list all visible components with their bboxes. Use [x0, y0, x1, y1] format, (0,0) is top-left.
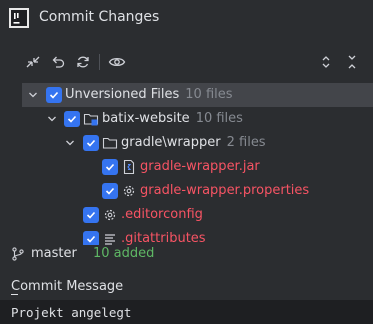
commit-message-text[interactable]: Projekt angelegt — [11, 305, 131, 320]
file-label: gradle-wrapper.properties — [140, 183, 310, 198]
show-diff-button[interactable] — [106, 51, 128, 73]
checkmark-icon — [49, 91, 59, 99]
undo-icon — [52, 56, 65, 68]
jar-file-icon — [123, 159, 135, 175]
tree-row-folder[interactable]: gradle\wrapper 2 files — [22, 131, 373, 155]
chevron-down-icon — [66, 140, 74, 146]
checkbox-project[interactable] — [64, 111, 80, 127]
added-count: 10 added — [93, 246, 155, 261]
folder-icon — [102, 137, 118, 149]
checkmark-icon — [86, 211, 96, 219]
intellij-logo-icon — [9, 8, 29, 28]
checkbox-file[interactable] — [83, 231, 99, 245]
folder-label: gradle\wrapper 2 files — [121, 135, 266, 150]
mnemonic-underline — [11, 294, 18, 295]
project-label: batix-website 10 files — [102, 111, 243, 126]
collapse-arrows-icon — [26, 56, 40, 68]
collapse-all-button[interactable] — [341, 51, 363, 73]
gear-file-icon — [104, 209, 116, 221]
eye-icon — [108, 57, 126, 67]
rollback-button[interactable] — [47, 51, 69, 73]
file-label: gradle-wrapper.jar — [140, 159, 260, 174]
checkmark-icon — [105, 163, 115, 171]
checkbox-unversioned-files[interactable] — [46, 87, 62, 103]
branch-icon — [12, 247, 24, 261]
module-folder-icon — [83, 113, 99, 126]
expand-all-button[interactable] — [315, 51, 337, 73]
checkmark-icon — [86, 139, 96, 147]
collapse-all-icon — [348, 55, 356, 69]
text-file-icon — [105, 234, 115, 245]
properties-gear-icon — [123, 185, 135, 197]
branch-name[interactable]: master — [31, 246, 77, 261]
checkbox-file[interactable] — [102, 183, 118, 199]
expand-all-icon — [322, 56, 330, 68]
tree-row-unversioned-files[interactable]: Unversioned Files 10 files — [22, 83, 373, 107]
tree-row-file[interactable]: .gitattributes — [22, 227, 373, 245]
checkmark-icon — [67, 115, 77, 123]
checkmark-icon — [105, 187, 115, 195]
checkbox-file[interactable] — [83, 207, 99, 223]
tree-row-file[interactable]: gradle-wrapper.properties — [22, 179, 373, 203]
tree-row-project[interactable]: batix-website 10 files — [22, 107, 373, 131]
checkbox-file[interactable] — [102, 159, 118, 175]
refresh-icon — [77, 56, 89, 68]
tree-row-file[interactable]: .editorconfig — [22, 203, 373, 227]
file-label: .gitattributes — [121, 231, 206, 245]
chevron-down-icon — [48, 116, 56, 122]
file-label: .editorconfig — [121, 207, 203, 222]
title-bar: Commit Changes — [0, 0, 373, 36]
checkmark-icon — [86, 235, 96, 243]
checkbox-folder[interactable] — [83, 135, 99, 151]
commit-message-label: Commit Message — [11, 279, 124, 294]
expand-collapse-button[interactable] — [22, 51, 44, 73]
group-label: Unversioned Files 10 files — [65, 87, 233, 102]
changes-tree[interactable]: Unversioned Files 10 files batix-website 1… — [22, 82, 373, 245]
chevron-down-icon — [29, 92, 37, 98]
toolbar-divider — [99, 54, 100, 70]
refresh-button[interactable] — [72, 51, 94, 73]
tree-row-file[interactable]: gradle-wrapper.jar — [22, 155, 373, 179]
window-title: Commit Changes — [39, 9, 160, 25]
